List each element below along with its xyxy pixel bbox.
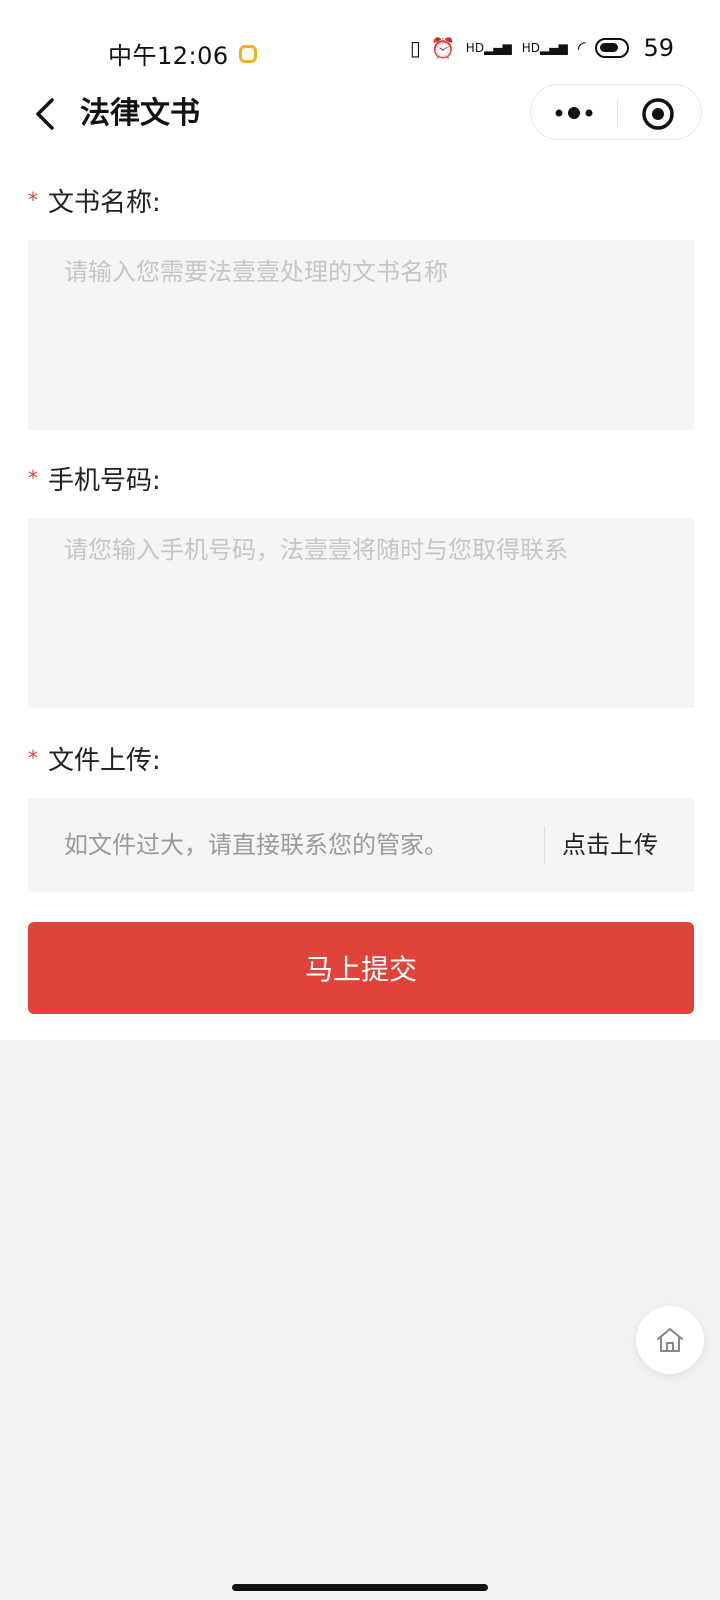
required-mark: * — [28, 746, 38, 770]
home-button[interactable] — [636, 1306, 704, 1374]
status-time: 中午12:06 — [108, 36, 257, 71]
more-icon[interactable] — [549, 99, 599, 127]
cellular-signal-icon-2: HD▂▄▆ — [521, 41, 568, 55]
upload-divider — [544, 826, 545, 864]
upload-row: 如文件过大，请直接联系您的管家。 点击上传 — [28, 798, 694, 892]
doc-name-label-text: 文书名称: — [48, 188, 161, 218]
doc-name-label: * 文书名称: — [28, 182, 161, 221]
miniprogram-capsule — [530, 84, 702, 140]
phone-label-text: 手机号码: — [48, 466, 161, 496]
page-title: 法律文书 — [80, 96, 200, 131]
phone-input[interactable] — [28, 518, 694, 708]
status-time-text: 中午12:06 — [108, 42, 229, 70]
status-icons: ▯ ⏰ HD▂▄▆ HD▂▄▆ ◜ 59 — [410, 34, 674, 62]
upload-label: * 文件上传: — [28, 740, 161, 779]
cellular-signal-icon: HD▂▄▆ — [465, 41, 512, 55]
upload-button[interactable]: 点击上传 — [562, 825, 658, 865]
signal-2-label: HD — [521, 41, 541, 55]
home-icon — [657, 1328, 683, 1352]
upload-label-text: 文件上传: — [48, 746, 161, 776]
required-mark: * — [28, 466, 38, 490]
capsule-divider — [617, 99, 618, 127]
battery-icon — [595, 38, 630, 58]
status-bar: 中午12:06 ▯ ⏰ HD▂▄▆ HD▂▄▆ ◜ 59 — [0, 0, 720, 92]
nav-bar: 法律文书 — [0, 84, 720, 144]
battery-level: 59 — [643, 34, 674, 62]
close-miniprogram-icon[interactable] — [641, 97, 675, 131]
phone-label: * 手机号码: — [28, 460, 161, 499]
required-mark: * — [28, 188, 38, 212]
doc-name-input[interactable] — [28, 240, 694, 430]
alarm-icon: ⏰ — [430, 36, 456, 60]
signal-1-label: HD — [465, 41, 485, 55]
gesture-bar — [232, 1584, 488, 1591]
vibrate-icon: ▯ — [409, 36, 421, 60]
wifi-icon: ◜ — [577, 36, 586, 60]
back-arrow-icon[interactable] — [28, 94, 68, 134]
notification-icon — [238, 44, 257, 63]
submit-button[interactable]: 马上提交 — [28, 922, 694, 1014]
upload-hint: 如文件过大，请直接联系您的管家。 — [64, 831, 448, 859]
